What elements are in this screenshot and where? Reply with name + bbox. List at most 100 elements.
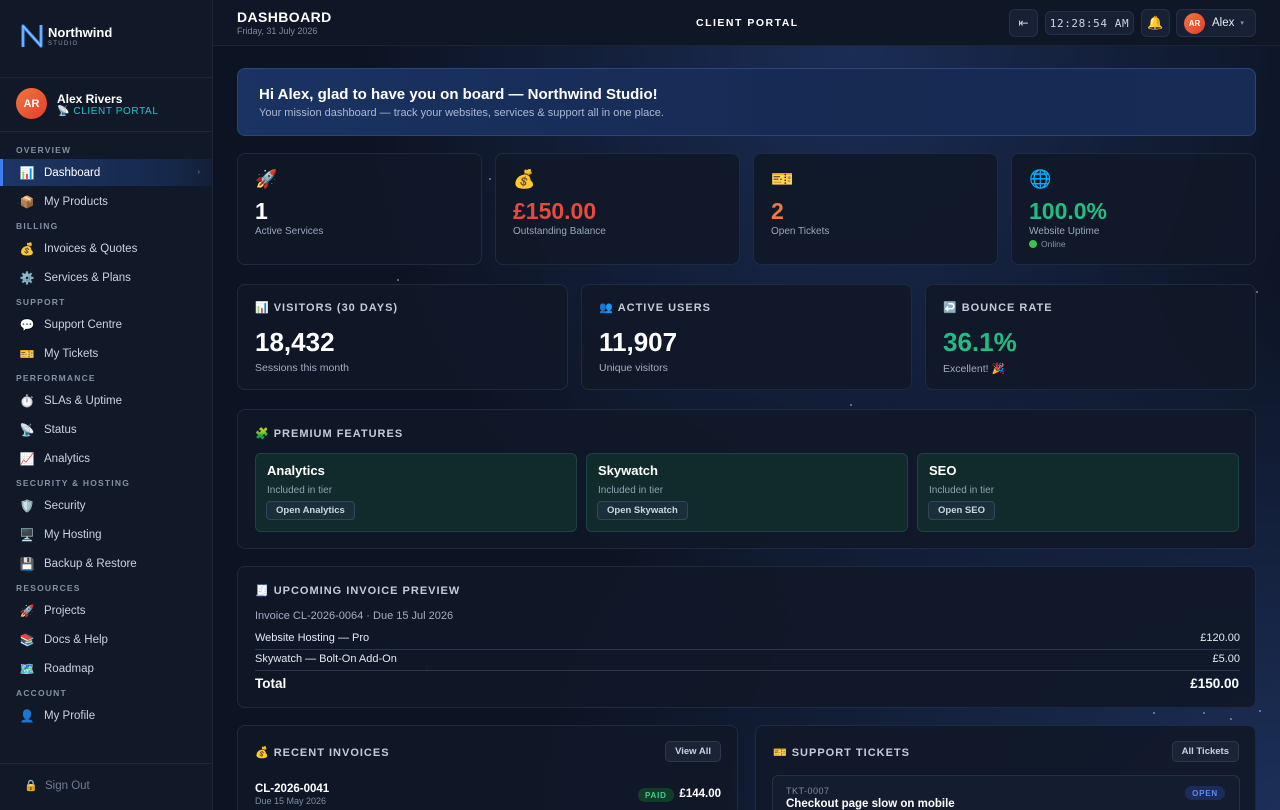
ticket-list-item[interactable]: TKT-0007 Checkout page slow on mobile OP… [772,775,1240,810]
money-bag-icon: 💰 [513,169,536,189]
sidebar-item-backup-and-restore[interactable]: 💾 Backup & Restore [0,550,212,577]
stat-value: 100.0% [1029,198,1108,224]
sidebar-item-status[interactable]: 📡 Status [0,416,212,443]
money-bag-icon: 💰 [255,747,270,759]
avatar: AR [1184,12,1205,34]
collapse-sidebar-button[interactable]: ⇤ [1009,9,1038,37]
support-centre-icon: 💬 [19,317,35,332]
star-dot [489,178,491,180]
user-profile-card[interactable]: AR Alex Rivers 📡 CLIENT PORTAL [16,88,206,122]
stat-card-active-services[interactable]: 🚀 1 Active Services [237,153,482,265]
welcome-banner: Hi Alex, glad to have you on board — Nor… [237,68,1256,136]
globe-icon: 🌐 [1029,169,1052,189]
nav-section-heading: ACCOUNT [16,688,67,698]
online-dot-icon [1029,240,1037,248]
metric-subtitle: Excellent! 🎉 [943,363,1005,375]
sidebar-item-my-tickets[interactable]: 🎫 My Tickets [0,340,212,367]
nav-section-heading: SUPPORT [16,297,66,307]
user-name: Alex Rivers [57,92,123,106]
feature-card-skywatch: Skywatch Included in tier Open Skywatch [586,453,908,532]
sidebar-item-label: Support Centre [44,318,122,331]
invoice-meta: Invoice CL-2026-0064 · Due 15 Jul 2026 [255,610,454,622]
sidebar-item-support-centre[interactable]: 💬 Support Centre [0,311,212,338]
view-all-invoices-button[interactable]: View All [665,741,721,762]
chevron-down-icon: ▾ [1240,20,1244,27]
sidebar-item-label: Security [44,499,86,512]
star-dot [1153,712,1155,714]
collapse-icon: ⇤ [1018,16,1029,30]
metric-card-active-users: 👥 ACTIVE USERS 11,907 Unique visitors [581,284,912,390]
stat-card-open-tickets[interactable]: 🎫 2 Open Tickets [753,153,998,265]
section-title-text: UPCOMING INVOICE PREVIEW [273,585,461,597]
sidebar-item-slas-and-uptime[interactable]: ⏱️ SLAs & Uptime [0,387,212,414]
metric-title: 📊 VISITORS (30 DAYS) [255,301,398,314]
sidebar-item-label: My Profile [44,709,96,722]
section-title: 🧩 PREMIUM FEATURES [255,427,403,440]
star-dot [1230,718,1232,720]
sidebar-item-invoices-and-quotes[interactable]: 💰 Invoices & Quotes [0,235,212,262]
brand-subtitle: STUDIO [48,41,79,47]
feature-tier: Included in tier [929,485,995,496]
welcome-title: Hi Alex, glad to have you on board — Nor… [259,86,658,103]
section-title-text: SUPPORT TICKETS [791,747,910,759]
notifications-button[interactable]: 🔔 [1141,9,1170,37]
ticket-title: Checkout page slow on mobile [786,798,955,810]
sidebar-item-roadmap[interactable]: 🗺️ Roadmap [0,655,212,682]
sidebar-item-docs-and-help[interactable]: 📚 Docs & Help [0,626,212,653]
stat-label: Open Tickets [771,226,830,237]
ticket-id: TKT-0007 [786,786,830,796]
ticket-icon: 🎫 [771,169,794,189]
sidebar-item-my-products[interactable]: 📦 My Products [0,188,212,215]
docs-and-help-icon: 📚 [19,632,35,647]
nav-section-heading: OVERVIEW [16,145,72,155]
sidebar-item-dashboard[interactable]: 📊 Dashboard › [0,159,212,186]
section-title: 🎫 SUPPORT TICKETS [773,746,910,759]
invoice-total-label: Total [255,676,287,691]
sidebar-item-label: Projects [44,604,86,617]
invoice-line: Website Hosting — Pro £120.00 [255,629,1240,650]
user-role: 📡 CLIENT PORTAL [57,106,159,117]
my-hosting-icon: 🖥️ [19,527,35,542]
open-seo-button[interactable]: Open SEO [928,501,995,520]
sidebar-item-label: Dashboard [44,166,101,179]
sidebar-item-services-and-plans[interactable]: ⚙️ Services & Plans [0,264,212,291]
nav-section-heading: RESOURCES [16,583,81,593]
sign-out-label: Sign Out [45,779,90,792]
stat-card-outstanding-balance[interactable]: 💰 £150.00 Outstanding Balance [495,153,740,265]
metric-title: ↩️ BOUNCE RATE [943,301,1053,314]
dashboard-icon: 📊 [19,165,35,180]
sidebar-item-analytics[interactable]: 📈 Analytics [0,445,212,472]
sign-out-button[interactable]: 🔒 Sign Out [24,779,90,793]
open-skywatch-button[interactable]: Open Skywatch [597,501,688,520]
sidebar-item-label: SLAs & Uptime [44,394,122,407]
stat-card-website-uptime[interactable]: 🌐 100.0% Website Uptime Online [1011,153,1256,265]
page-title: DASHBOARD [237,9,332,25]
brand[interactable]: Northwind STUDIO [20,23,200,53]
section-title-text: RECENT INVOICES [273,747,390,759]
analytics-icon: 📈 [19,451,35,466]
star-dot [397,279,399,281]
all-tickets-button[interactable]: All Tickets [1171,741,1239,762]
open-analytics-button[interactable]: Open Analytics [266,501,355,520]
star-dot [1259,710,1261,712]
feature-name: Skywatch [598,463,658,478]
section-title: 🧾 UPCOMING INVOICE PREVIEW [255,584,460,597]
recent-invoices-panel: 💰 RECENT INVOICES View All CL-2026-0041 D… [237,725,738,810]
sidebar-item-my-profile[interactable]: 👤 My Profile [0,702,212,729]
feature-tier: Included in tier [267,485,333,496]
star-dot [850,404,852,406]
bell-icon: 🔔 [1147,15,1164,30]
lock-icon: 🔒 [24,780,38,792]
metric-subtitle: Unique visitors [599,362,668,374]
sidebar-item-projects[interactable]: 🚀 Projects [0,597,212,624]
return-arrow-icon: ↩️ [943,302,958,314]
sidebar-item-security[interactable]: 🛡️ Security [0,492,212,519]
avatar: AR [16,88,47,119]
status-text: Online [1041,239,1066,249]
invoice-id: CL-2026-0041 [255,783,330,795]
sidebar-item-my-hosting[interactable]: 🖥️ My Hosting [0,521,212,548]
slas-and-uptime-icon: ⏱️ [19,393,35,408]
brand-name: Northwind [48,25,113,40]
security-icon: 🛡️ [19,498,35,513]
user-menu-button[interactable]: AR Alex ▾ [1176,9,1256,37]
